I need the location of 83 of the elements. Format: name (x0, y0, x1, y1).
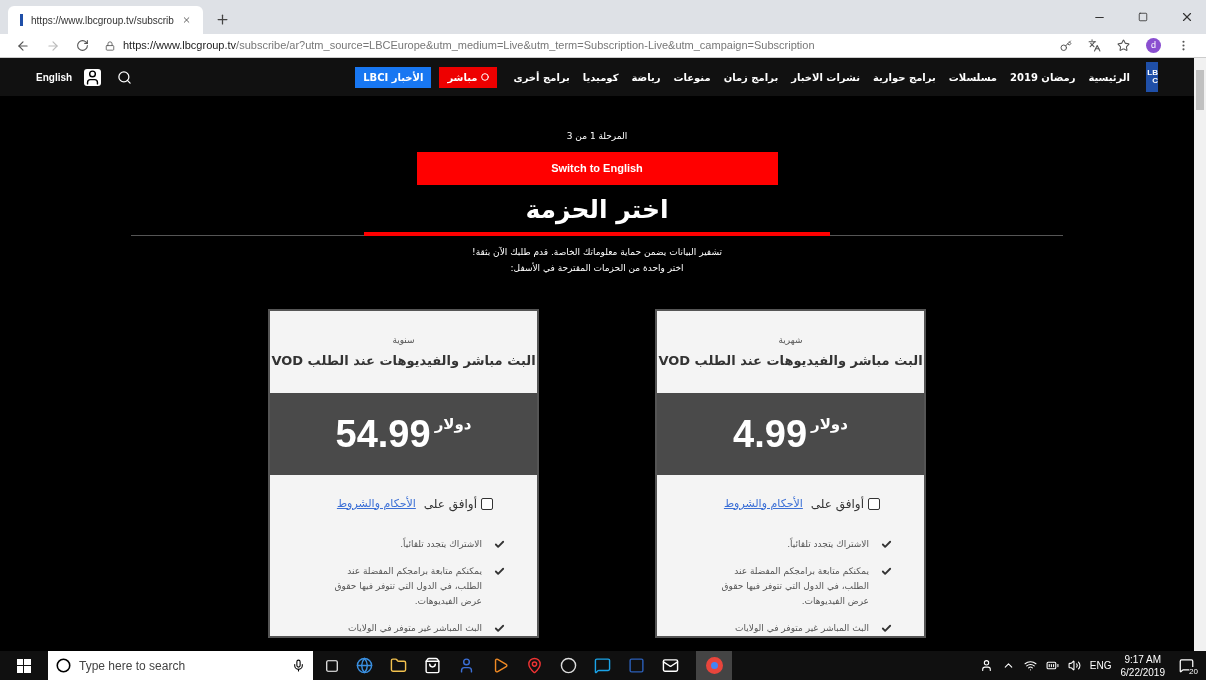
site-logo[interactable]: LBC (1146, 62, 1158, 92)
microphone-icon[interactable] (292, 659, 305, 672)
user-icon[interactable] (84, 68, 102, 86)
check-icon (494, 623, 505, 634)
search-icon[interactable] (117, 69, 133, 85)
people-icon[interactable] (458, 657, 475, 674)
close-icon[interactable] (1180, 10, 1194, 24)
agree-checkbox[interactable] (481, 498, 493, 510)
agree-checkbox[interactable] (868, 498, 880, 510)
nav-link[interactable]: مسلسلات (948, 69, 997, 85)
media-player-icon[interactable] (492, 657, 509, 674)
notifications-button[interactable]: 20 (1174, 655, 1198, 676)
news-button[interactable]: الأخبار LBCI (355, 66, 432, 88)
store-icon[interactable] (424, 657, 441, 674)
pin-icon[interactable] (526, 657, 543, 674)
currency-label: دولار (811, 414, 848, 435)
currency-label: دولار (434, 414, 472, 435)
check-icon (494, 566, 505, 577)
plan-period: سنوية (392, 333, 415, 347)
chat-app-icon[interactable] (594, 657, 611, 674)
nav-link[interactable]: برامج زمان (723, 69, 779, 85)
live-button[interactable]: مباشر (439, 66, 498, 88)
translate-icon[interactable] (1088, 39, 1101, 52)
site-favicon (20, 14, 24, 26)
plan-title: البث مباشر والفيديوهات عند الطلب VOD (658, 352, 923, 370)
nav-link[interactable]: برامج أخرى (513, 69, 570, 85)
network-icon[interactable] (1023, 659, 1037, 672)
plan-price: 4.99 (733, 411, 808, 457)
mail-icon[interactable] (662, 657, 679, 674)
plan-price: 54.99 (335, 411, 431, 457)
nav-link[interactable]: منوعات (673, 69, 711, 85)
check-icon (494, 539, 505, 550)
check-icon (881, 539, 892, 550)
feature-text: الاشتراك يتجدد تلقائياً. (786, 537, 869, 551)
tab-title: https://www.lbcgroup.tv/subscrib (31, 13, 174, 28)
task-view-icon[interactable] (325, 658, 339, 673)
language-link[interactable]: English (36, 69, 73, 85)
check-icon (881, 566, 892, 577)
edge-browser-icon[interactable] (356, 657, 373, 674)
agree-label: أوافق على (423, 495, 477, 513)
feature-text: البث المباشر غير متوفر في الولايات (734, 622, 869, 635)
feature-text: يمكنكم متابعة برامجكم المفضلة عند الطلب، في الدول التي تتوفر فيها حقوق عرض الفيديوهات. (333, 565, 482, 608)
agree-label: أوافق على (810, 495, 864, 513)
plan-period: شهرية (778, 333, 803, 347)
cortana-circle-icon[interactable] (56, 658, 71, 673)
plan-title: البث مباشر والفيديوهات عند الطلب VOD (271, 352, 536, 370)
search-placeholder[interactable]: Type here to search (79, 656, 284, 675)
terms-link[interactable]: الأحكام والشروط (723, 495, 803, 513)
reload-icon[interactable] (76, 39, 89, 52)
terms-link[interactable]: الأحكام والشروط (336, 495, 416, 513)
switch-language-button[interactable]: Switch to English (416, 151, 778, 185)
new-tab-icon[interactable] (215, 12, 230, 27)
people-tray-icon[interactable] (979, 659, 993, 672)
feature-text: البث المباشر غير متوفر في الولايات (347, 622, 482, 635)
back-icon[interactable] (16, 38, 30, 53)
key-icon[interactable] (1060, 39, 1072, 52)
input-language[interactable]: ENG (1089, 658, 1112, 673)
address-field[interactable]: https://www.lbcgroup.tv/subscribe/ar?utm_source=LBCEurope&utm_medium=Live&utm_term=Subscription-Live&utm_campaign=Subscription (123, 37, 815, 54)
nav-link[interactable]: كوميديا (582, 69, 619, 85)
nav-link[interactable]: رمضان 2019 (1010, 69, 1076, 85)
volume-icon[interactable] (1067, 659, 1081, 672)
clock[interactable]: 9:17 AM 6/22/2019 (1120, 652, 1165, 679)
chrome-browser-icon[interactable] (696, 651, 732, 680)
check-icon (881, 623, 892, 634)
nav-link[interactable]: برامج حوارية (872, 69, 936, 85)
taskbar-search-field[interactable]: Type here to search (48, 651, 313, 680)
nav-link[interactable]: رياضة (631, 69, 661, 85)
intro-text: اختر واحدة من الحزمات المقترحة في الأسفل: (510, 261, 684, 275)
battery-icon[interactable] (1045, 659, 1059, 672)
browser-tab[interactable]: https://www.lbcgroup.tv/subscrib (8, 6, 203, 34)
live-dot-icon (481, 73, 490, 81)
maximize-icon[interactable] (1138, 12, 1148, 22)
folder-icon[interactable] (390, 657, 407, 674)
intro-text: تشفير البيانات يضمن حماية معلوماتك الخاصة. قدم طلبك الآن بثقة! (472, 246, 722, 259)
page-heading: اختر الحزمة (525, 193, 669, 227)
bookmark-star-icon[interactable] (1117, 39, 1130, 52)
profile-avatar[interactable]: d (1146, 38, 1161, 53)
feature-text: الاشتراك يتجدد تلقائياً. (399, 537, 482, 551)
nav-link[interactable]: نشرات الاخبار (791, 69, 860, 85)
feature-text: يمكنكم متابعة برامجكم المفضلة عند الطلب، في الدول التي تتوفر فيها حقوق عرض الفيديوهات. (720, 565, 869, 608)
step-indicator: المرحلة 1 من 3 (566, 130, 628, 143)
lock-icon[interactable] (105, 40, 115, 51)
nav-link[interactable]: الرئيسية (1088, 69, 1130, 85)
